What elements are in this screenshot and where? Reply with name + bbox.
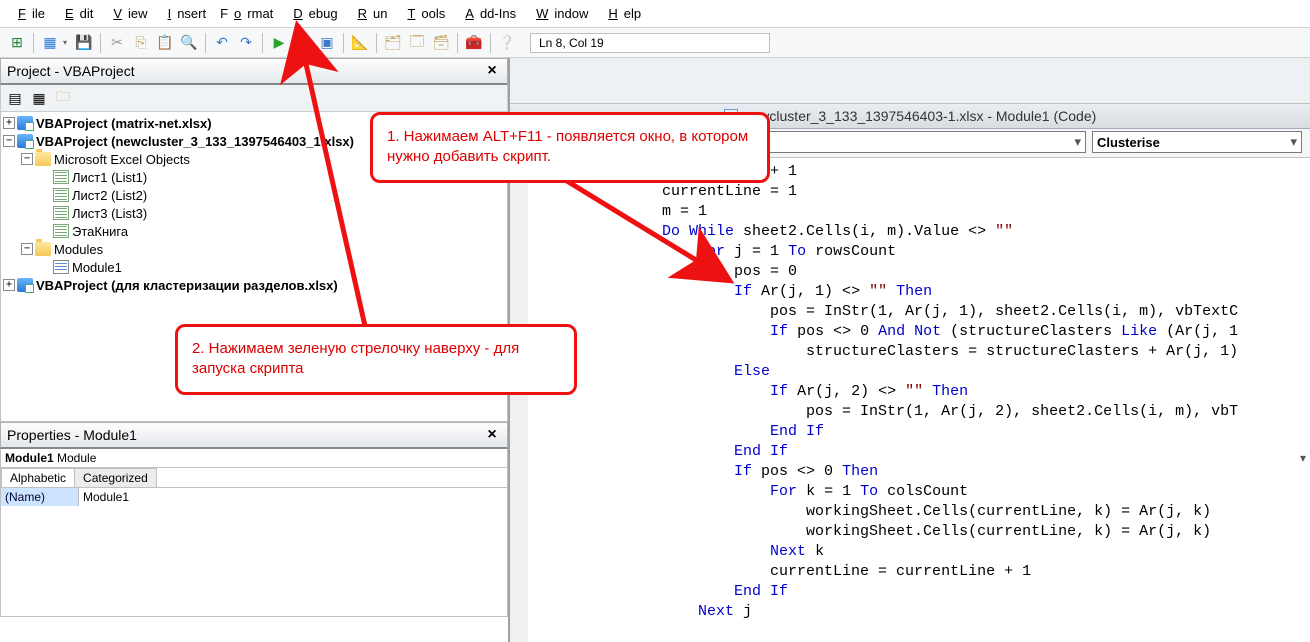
folder-icon xyxy=(35,242,51,256)
properties-tab-alphabetic[interactable]: Alphabetic xyxy=(1,468,75,487)
project-icon xyxy=(17,134,33,148)
code-window-title: newcluster_3_133_1397546403-1.xlsx - Mod… xyxy=(744,108,1097,124)
tree-meo[interactable]: Microsoft Excel Objects xyxy=(54,152,190,167)
insert-dropdown[interactable]: ▾ xyxy=(63,38,71,47)
menu-tools[interactable]: Tools xyxy=(395,4,451,23)
property-name-key: (Name) xyxy=(1,488,79,506)
run-icon[interactable]: ▶ xyxy=(268,32,290,54)
object-browser-icon[interactable]: 🗃 xyxy=(430,32,452,54)
cut-icon[interactable]: ✂ xyxy=(106,32,128,54)
sheet-icon xyxy=(53,188,69,202)
copy-icon[interactable]: ⎘ xyxy=(130,32,152,54)
sheet-icon xyxy=(53,206,69,220)
menu-window[interactable]: Window xyxy=(524,4,594,23)
menu-format[interactable]: Format xyxy=(214,4,279,23)
properties-close[interactable]: × xyxy=(483,426,501,444)
view-excel-icon[interactable]: ⊞ xyxy=(6,32,28,54)
paste-icon[interactable]: 📋 xyxy=(154,32,176,54)
help-icon[interactable]: ❔ xyxy=(496,32,518,54)
tree-collapse[interactable]: − xyxy=(21,243,33,255)
properties-header: Properties - Module1 × xyxy=(0,422,508,449)
design-mode-icon[interactable]: 📐 xyxy=(349,32,371,54)
code-editor[interactable]: etNum = workingSheetNum + 1 currentLine … xyxy=(510,158,1310,642)
tree-expand[interactable]: + xyxy=(3,117,15,129)
menu-insert[interactable]: Insert xyxy=(156,4,213,23)
menu-view[interactable]: View xyxy=(101,4,153,23)
find-icon[interactable]: 🔍 xyxy=(178,32,200,54)
toolbox-icon[interactable]: 🧰 xyxy=(463,32,485,54)
redo-icon[interactable]: ↷ xyxy=(235,32,257,54)
workbook-icon xyxy=(53,224,69,238)
cursor-position: Ln 8, Col 19 xyxy=(530,33,770,53)
tree-project-2[interactable]: VBAProject (newcluster_3_133_1397546403_… xyxy=(36,134,354,149)
tree-project-1[interactable]: VBAProject (matrix-net.xlsx) xyxy=(36,116,212,131)
save-icon[interactable]: 💾 xyxy=(73,32,95,54)
project-explorer-title: Project - VBAProject xyxy=(7,63,135,79)
tree-module-1[interactable]: Module1 xyxy=(72,260,122,275)
properties-object-select[interactable]: Module1 Module xyxy=(5,451,503,465)
procedure-dropdown[interactable]: Clusterise xyxy=(1092,131,1302,153)
menu-help[interactable]: Help xyxy=(596,4,647,23)
annotation-2: 2. Нажимаем зеленую стрелочку наверху - … xyxy=(175,324,577,395)
annotation-1: 1. Нажимаем ALT+F11 - появляется окно, в… xyxy=(370,112,770,183)
project-explorer-toolbar: ▤ ▦ 🗀 xyxy=(0,85,508,112)
properties-tab-categorized[interactable]: Categorized xyxy=(74,468,157,487)
menu-run[interactable]: Run xyxy=(346,4,394,23)
reset-icon[interactable]: ▣ xyxy=(316,32,338,54)
property-name-value[interactable]: Module1 xyxy=(79,488,507,506)
tree-sheet-3[interactable]: Лист3 (List3) xyxy=(72,206,147,221)
tree-sheet-2[interactable]: Лист2 (List2) xyxy=(72,188,147,203)
tree-sheet-1[interactable]: Лист1 (List1) xyxy=(72,170,147,185)
project-icon xyxy=(17,116,33,130)
toggle-folders-icon[interactable]: 🗀 xyxy=(52,88,74,108)
project-explorer-icon[interactable]: 🗂 xyxy=(382,32,404,54)
view-code-icon[interactable]: ▤ xyxy=(4,88,26,108)
tree-expand[interactable]: + xyxy=(3,279,15,291)
module-icon xyxy=(53,260,69,274)
folder-icon xyxy=(35,152,51,166)
menu-debug[interactable]: Debug xyxy=(281,4,343,23)
tree-modules[interactable]: Modules xyxy=(54,242,103,257)
menu-edit[interactable]: Edit xyxy=(53,4,99,23)
project-icon xyxy=(17,278,33,292)
tree-collapse[interactable]: − xyxy=(3,135,15,147)
break-icon[interactable]: ▮▮ xyxy=(292,32,314,54)
menu-file[interactable]: File xyxy=(6,4,51,23)
insert-module-icon[interactable]: ▦ xyxy=(39,32,61,54)
undo-icon[interactable]: ↶ xyxy=(211,32,233,54)
menu-bar: File Edit View Insert Format Debug Run T… xyxy=(0,0,1310,28)
project-explorer-header: Project - VBAProject × xyxy=(0,58,508,85)
main-toolbar: ⊞ ▦ ▾ 💾 ✂ ⎘ 📋 🔍 ↶ ↷ ▶ ▮▮ ▣ 📐 🗂 🗔 🗃 🧰 ❔ L… xyxy=(0,28,1310,58)
menu-addins[interactable]: Add-Ins xyxy=(453,4,522,23)
view-object-icon[interactable]: ▦ xyxy=(28,88,50,108)
properties-panel: Module1 Module Alphabetic Categorized (N… xyxy=(0,449,508,617)
tree-project-3[interactable]: VBAProject (для кластеризации разделов.x… xyxy=(36,278,338,293)
project-explorer-close[interactable]: × xyxy=(483,62,501,80)
tree-collapse[interactable]: − xyxy=(21,153,33,165)
properties-icon[interactable]: 🗔 xyxy=(406,32,428,54)
sheet-icon xyxy=(53,170,69,184)
properties-title: Properties - Module1 xyxy=(7,427,137,443)
tree-workbook[interactable]: ЭтаКнига xyxy=(72,224,128,239)
